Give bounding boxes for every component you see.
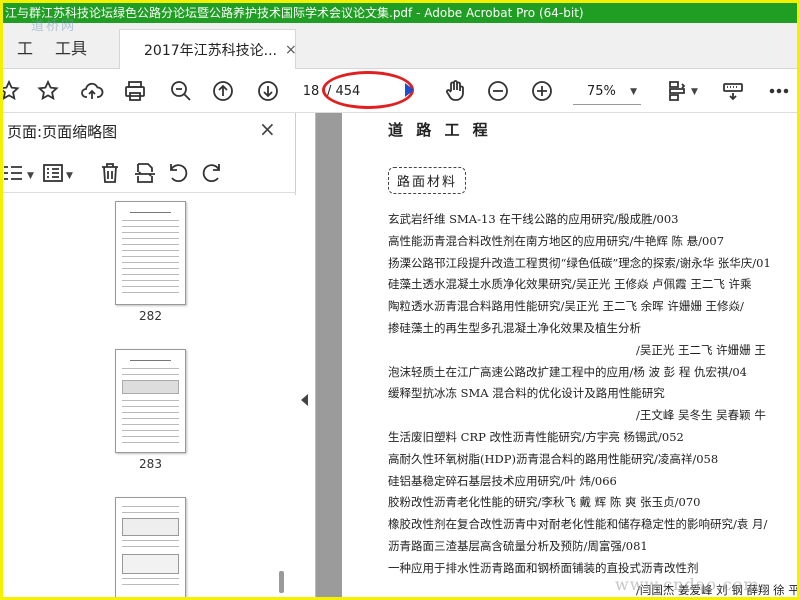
zoom-search-icon[interactable]	[167, 77, 195, 105]
rotate-cw-icon[interactable]	[198, 159, 226, 187]
collapse-panel-icon[interactable]	[301, 394, 308, 406]
toc-entry: 硅铝基稳定碎石基层技术应用研究/叶 炜/066	[388, 473, 617, 488]
star-icon[interactable]	[34, 77, 62, 105]
star-partial-icon[interactable]	[3, 77, 23, 105]
more-icon[interactable]	[765, 77, 793, 105]
watermark-logo: 道桥网	[31, 19, 77, 34]
tab-close-icon[interactable]: ×	[285, 42, 297, 58]
tab-tools[interactable]: 工具	[55, 35, 87, 59]
zoom-select[interactable]: 75% ▼	[573, 79, 641, 105]
thumbnail-list: 282 283	[3, 195, 296, 597]
panel-title: 页面:页面缩略图	[7, 121, 117, 142]
panel-title-prefix: 页面:	[7, 123, 43, 141]
toc-entry: 扬溧公路邗江段提升改造工程贯彻“绿色低碳”理念的探索/谢永华 张华庆/01	[388, 255, 771, 270]
toc-entry: 生活废旧塑料 CRP 改性沥青性能研究/方宇亮 杨锡武/052	[388, 429, 684, 444]
page-heading: 道 路 工 程	[388, 121, 492, 139]
panel-header: 页面:页面缩略图 ×	[3, 113, 296, 147]
table-of-contents: 玄武岩纤维 SMA-13 在干线公路的应用研究/殷成胜/003 高性能沥青混合料改…	[388, 209, 797, 597]
zoom-out-icon[interactable]	[484, 77, 512, 105]
close-icon[interactable]: ×	[259, 117, 276, 141]
toc-entry: 陶粒透水沥青混合料路用性能研究/吴正光 王二飞 余晖 许姗姗 王修焱/	[388, 299, 744, 314]
main-toolbar: 18 / 454 75% ▼ ▼	[3, 69, 797, 113]
trash-icon[interactable]	[96, 159, 124, 187]
layout-chevron-down-icon[interactable]: ▼	[691, 87, 698, 97]
watermark-url: www.cndao.com	[615, 575, 760, 594]
toc-entry: 橡胶改性剂在复合改性沥青中对耐老化性能和储存稳定性的影响研究/袁 月/	[388, 517, 768, 532]
page-number-input[interactable]: 18	[299, 84, 323, 99]
thumbnail-page[interactable]	[115, 497, 186, 597]
thumbnail-page[interactable]	[115, 349, 186, 453]
thumbnail-options-icon[interactable]	[3, 159, 27, 187]
toc-entry: 高性能沥青混合料改性剂在南方地区的应用研究/牛艳辉 陈 悬/007	[388, 233, 725, 248]
document-viewport[interactable]: 道 路 工 程 路面材料 玄武岩纤维 SMA-13 在干线公路的应用研究/殷成胜…	[316, 113, 797, 597]
zoom-value: 75%	[587, 84, 616, 99]
annotation-pointer-icon	[405, 83, 414, 97]
chevron-down-icon: ▼	[630, 86, 637, 97]
thumbnail-label: 282	[139, 309, 162, 323]
page-layout-icon[interactable]	[663, 77, 691, 105]
toc-entry: 高耐久性环氧树脂(HDP)沥青混合料的路用性能研究/凌高祥/058	[388, 451, 719, 466]
document-page: 道 路 工 程 路面材料 玄武岩纤维 SMA-13 在干线公路的应用研究/殷成胜…	[342, 113, 797, 597]
toc-entry: 沥青路面三渣基层高含硫量分析及预防/周富强/081	[388, 538, 648, 553]
options-chevron-down-icon[interactable]: ▼	[27, 171, 34, 181]
zoom-in-icon[interactable]	[528, 77, 556, 105]
extract-page-icon[interactable]	[131, 159, 159, 187]
panel-divider[interactable]	[296, 113, 316, 597]
toc-entry: 硅藻土透水混凝土水质净化效果研究/吴正光 王修焱 卢佩霞 王二飞 许乘	[388, 277, 752, 292]
tab-bar: 工 工具 2017年江苏科技论... ×	[3, 23, 797, 69]
toc-entry: 缓释型抗冰冻 SMA 混合料的优化设计及路用性能研究	[388, 386, 665, 401]
toc-entry: /吴正光 王二飞 许姗姗 王	[636, 342, 766, 357]
insert-page-icon[interactable]	[39, 159, 67, 187]
annotation-ellipse	[322, 71, 414, 109]
page-down-icon[interactable]	[254, 77, 282, 105]
section-title: 路面材料	[388, 167, 467, 194]
tab-home[interactable]: 工	[17, 35, 33, 59]
toc-entry: 玄武岩纤维 SMA-13 在干线公路的应用研究/殷成胜/003	[388, 212, 679, 226]
hand-icon[interactable]	[441, 77, 469, 105]
window-title: 江与群江苏科技论坛绿色公路分论坛暨公路养护技术国际学术会议论文集.pdf - A…	[3, 3, 797, 23]
panel-toolbar: ▼ ▼	[3, 153, 296, 193]
thumbnail-panel: 页面:页面缩略图 × ▼ ▼ 282 283	[3, 113, 296, 597]
rotate-ccw-icon[interactable]	[164, 159, 192, 187]
page-up-icon[interactable]	[209, 77, 237, 105]
scrollbar-thumb[interactable]	[279, 571, 284, 593]
print-icon[interactable]	[121, 77, 149, 105]
toc-entry: /王文峰 吴冬生 吴春颖 牛	[636, 408, 766, 423]
insert-chevron-down-icon[interactable]: ▼	[66, 171, 73, 181]
thumbnail-label: 283	[139, 457, 162, 471]
tab-document[interactable]: 2017年江苏科技论... ×	[119, 29, 297, 69]
upload-cloud-icon[interactable]	[78, 77, 106, 105]
thumbnail-page[interactable]	[115, 201, 186, 305]
tab-document-label: 2017年江苏科技论...	[144, 42, 277, 59]
toc-entry: 胶粉改性沥青老化性能的研究/李秋飞 戴 辉 陈 爽 张玉贞/070	[388, 495, 701, 510]
app-frame: 江与群江苏科技论坛绿色公路分论坛暨公路养护技术国际学术会议论文集.pdf - A…	[0, 0, 800, 600]
toc-entry: 泡沫轻质土在江广高速公路改扩建工程中的应用/杨 波 彭 程 仇宏祺/04	[388, 364, 748, 379]
toc-entry: 掺硅藻土的再生型多孔混凝土净化效果及植生分析	[388, 320, 641, 335]
panel-title-text: 页面缩略图	[42, 123, 118, 141]
keyboard-icon[interactable]	[719, 77, 747, 105]
